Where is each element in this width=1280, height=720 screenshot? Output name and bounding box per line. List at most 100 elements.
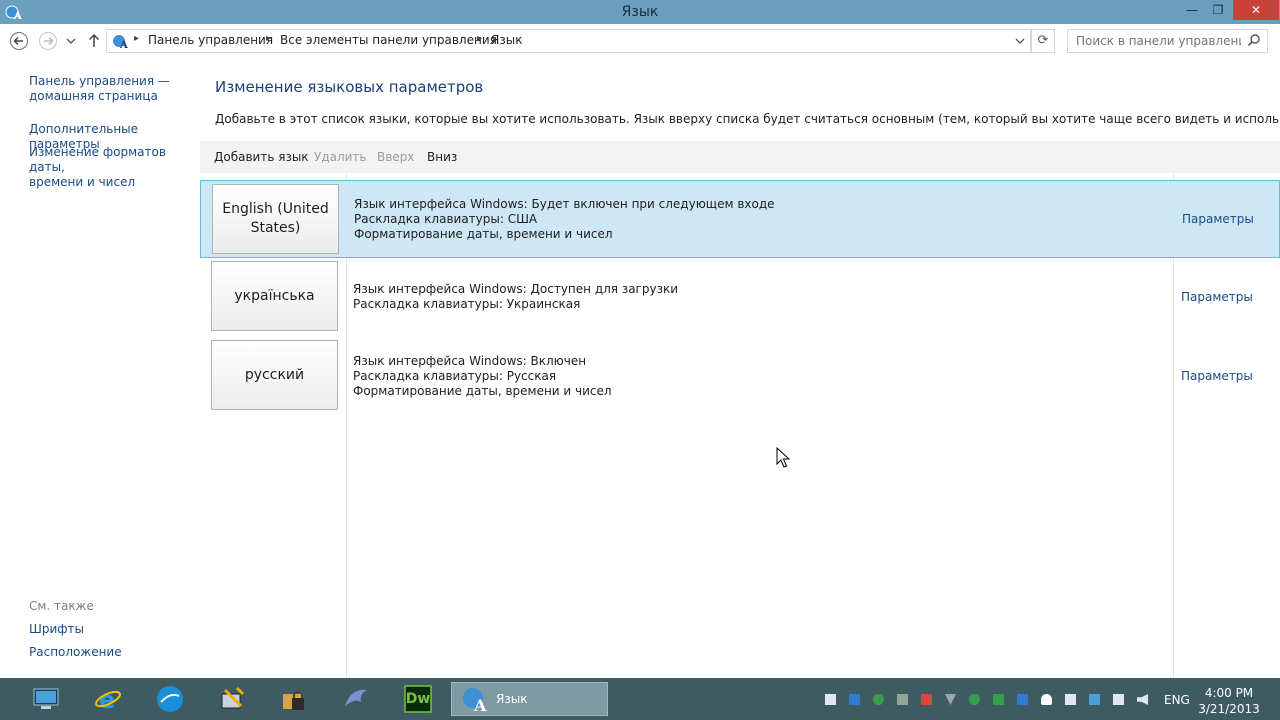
explorer-taskbar-button[interactable] [20, 682, 72, 716]
language-tile-russian[interactable]: русский [211, 340, 338, 410]
fonts-link[interactable]: Шрифты [29, 622, 84, 637]
refresh-icon[interactable]: ⟳ [1031, 29, 1055, 53]
input-language-indicator[interactable]: ENG [1164, 693, 1190, 707]
breadcrumb-separator-icon[interactable]: ▸ [266, 33, 271, 44]
control-panel-home-link[interactable]: Панель управления — домашняя страница [29, 74, 170, 104]
home-link-line-2: домашняя страница [29, 89, 158, 103]
home-link-line-1: Панель управления — [29, 74, 170, 88]
location-link[interactable]: Расположение [29, 645, 122, 660]
language-location-icon: A [113, 35, 128, 50]
language-name-line-1: English (United [222, 201, 329, 217]
keyboard-layout-info: Раскладка клавиатуры: Русская [353, 369, 557, 383]
dolphin-icon [345, 689, 367, 706]
navigation-bar: A ▸ Панель управления ▸ Все элементы пан… [0, 24, 1280, 58]
tray-sync-icon[interactable] [873, 694, 884, 705]
ui-language-status: Язык интерфейса Windows: Включен [353, 354, 587, 368]
tray-app-icon[interactable] [897, 694, 908, 705]
remove-language-button[interactable]: Удалить [314, 150, 367, 164]
move-down-button[interactable]: Вниз [427, 150, 457, 164]
page-title: Изменение языковых параметров [215, 78, 484, 96]
language-tile-ukrainian[interactable]: українська [211, 261, 338, 331]
formatting-info: Форматирование даты, времени и чисел [354, 227, 613, 241]
close-button[interactable]: ✕ [1233, 0, 1279, 20]
svg-text:A: A [473, 696, 487, 714]
page-description: Добавьте в этот список языки, которые вы… [215, 112, 1280, 126]
address-bar[interactable]: A ▸ Панель управления ▸ Все элементы пан… [106, 29, 1031, 53]
tray-app-icon[interactable] [993, 694, 1004, 705]
language-options-link[interactable]: Параметры [1181, 290, 1253, 304]
dreamweaver-taskbar-button[interactable]: Dw [392, 682, 444, 716]
cloud-icon[interactable] [1041, 694, 1052, 705]
language-tile-english[interactable]: English (United States) [212, 184, 339, 254]
breadcrumb-all-items[interactable]: Все элементы панели управления [280, 33, 497, 47]
mouse-cursor-icon [776, 447, 790, 468]
recent-pages-chevron-icon[interactable] [64, 31, 78, 51]
internet-explorer-taskbar-button[interactable]: e [82, 682, 134, 716]
back-arrow-icon[interactable] [9, 31, 29, 51]
search-box[interactable] [1067, 29, 1268, 53]
address-dropdown-chevron-icon[interactable] [1014, 35, 1026, 47]
breadcrumb-separator-icon[interactable]: ▸ [134, 33, 139, 44]
dolphin-app-taskbar-button[interactable] [330, 682, 382, 716]
tray-app-icon[interactable] [1065, 694, 1076, 705]
breadcrumb-control-panel[interactable]: Панель управления [148, 33, 273, 47]
dropbox-icon[interactable] [1089, 694, 1100, 705]
browser-taskbar-button[interactable] [144, 682, 196, 716]
language-toolbar: Добавить язык Удалить Вверх Вниз [200, 141, 1280, 173]
system-clock[interactable]: 4:00 PM 3/21/2013 [1196, 685, 1262, 717]
keyboard-layout-info: Раскладка клавиатуры: США [354, 212, 538, 226]
language-window-taskbar-button[interactable]: A Язык [451, 682, 608, 716]
language-name: русский [244, 366, 305, 383]
ui-language-status: Язык интерфейса Windows: Будет включен п… [354, 197, 775, 211]
add-language-button[interactable]: Добавить язык [214, 150, 309, 164]
maximize-button[interactable]: ❐ [1206, 0, 1230, 20]
forward-arrow-icon[interactable] [38, 31, 58, 51]
volume-icon[interactable] [1137, 694, 1148, 705]
clock-time: 4:00 PM [1204, 686, 1254, 700]
tray-app-icon[interactable] [849, 694, 860, 705]
explorer-icon [33, 688, 59, 709]
network-tool-taskbar-button[interactable] [206, 682, 258, 716]
language-row-english[interactable]: English (United States) Язык интерфейса … [200, 180, 1280, 258]
locked-folder-icon [283, 691, 304, 710]
date-formats-link-line-2: времени и чисел [29, 175, 136, 189]
tray-app-icon[interactable] [969, 694, 980, 705]
window-title: Язык [621, 4, 659, 20]
taskbar: e Dw A Язык ENG 4:00 PM 3/21/2013 [0, 678, 1280, 720]
language-app-icon: A [463, 688, 487, 714]
network-tool-icon [221, 686, 245, 709]
browser-globe-icon [157, 686, 183, 712]
clock-date: 3/21/2013 [1198, 702, 1260, 716]
language-name-line-2: States) [250, 220, 301, 236]
language-options-link[interactable]: Параметры [1182, 212, 1254, 226]
minimize-button[interactable]: — [1180, 0, 1204, 20]
svg-text:e: e [99, 686, 115, 714]
keyboard-layout-info: Раскладка клавиатуры: Украинская [353, 297, 581, 311]
search-input[interactable] [1074, 32, 1243, 50]
language-row-russian[interactable]: русский Язык интерфейса Windows: Включен… [200, 337, 1280, 415]
language-options-link[interactable]: Параметры [1181, 369, 1253, 383]
tray-app-icon[interactable] [921, 694, 932, 705]
tray-app-icon[interactable] [945, 694, 956, 705]
breadcrumb-separator-icon[interactable]: ▸ [477, 33, 482, 44]
formatting-info: Форматирование даты, времени и чисел [353, 384, 612, 398]
taskbar-window-label: Язык [496, 692, 528, 706]
internet-explorer-icon: e [95, 686, 121, 714]
search-icon[interactable] [1247, 33, 1261, 47]
date-formats-link[interactable]: Изменение форматов даты, времени и чисел [29, 145, 200, 190]
left-navigation-pane: Панель управления — домашняя страница До… [0, 58, 200, 678]
dreamweaver-label: Dw [405, 691, 431, 707]
see-also-heading: См. также [29, 599, 94, 613]
move-up-button[interactable]: Вверх [377, 150, 414, 164]
main-content: Изменение языковых параметров Добавьте в… [200, 58, 1280, 678]
language-row-ukrainian[interactable]: українська Язык интерфейса Windows: Дост… [200, 258, 1280, 336]
ui-language-status: Язык интерфейса Windows: Доступен для за… [353, 282, 679, 296]
up-arrow-icon[interactable] [85, 31, 103, 51]
breadcrumb-language[interactable]: Язык [491, 33, 522, 47]
locked-folder-taskbar-button[interactable] [268, 682, 320, 716]
window-titlebar: A Язык — ❐ ✕ [0, 0, 1280, 24]
network-icon[interactable] [1113, 694, 1124, 705]
tray-app-icon[interactable] [1017, 694, 1028, 705]
tray-app-icon[interactable] [825, 694, 836, 705]
date-formats-link-line-1: Изменение форматов даты, [29, 145, 166, 174]
